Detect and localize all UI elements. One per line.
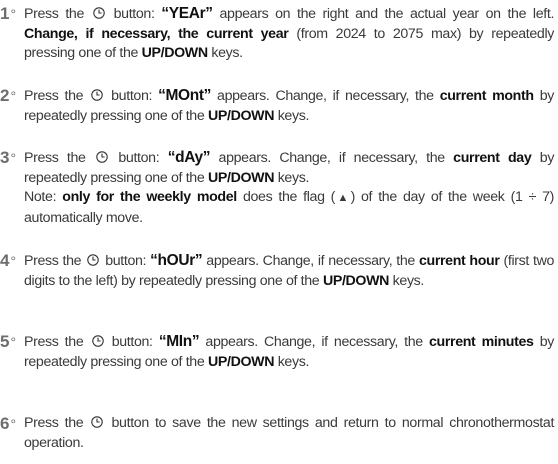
step-3: 3° Press the button: “dAy” appears. Chan… <box>0 148 554 228</box>
step-1: 1° Press the button: “YEAr” appears on t… <box>0 4 554 64</box>
step-4-text: 4° Press the button: “hOUr” appears. Cha… <box>0 251 555 289</box>
display-word: “dAy” <box>167 149 211 166</box>
step-3-text: 3° Press the button: “dAy” appears. Chan… <box>0 148 554 228</box>
instruction-list: 1° Press the button: “YEAr” appears on t… <box>0 0 558 464</box>
power-clock-icon <box>87 254 99 266</box>
step-1-text: 1° Press the button: “YEAr” appears on t… <box>0 4 555 61</box>
step-number: 4° <box>0 251 17 270</box>
display-word: “YEAr” <box>161 5 213 22</box>
display-word: “hOUr” <box>150 252 203 269</box>
power-clock-icon <box>91 89 103 101</box>
step-6-text: 6° Press the button to save the new sett… <box>0 414 555 451</box>
step-5: 5° Press the button: “MIn” appears. Chan… <box>0 332 554 372</box>
step-2-text: 2° Press the button: “MOnt” appears. Cha… <box>0 86 554 124</box>
step-number: 6° <box>0 414 17 433</box>
step-number: 5° <box>0 332 17 351</box>
display-word: “MIn” <box>158 333 200 350</box>
step-number: 3° <box>0 148 17 167</box>
power-clock-icon <box>91 416 104 428</box>
step-number: 1° <box>0 4 17 23</box>
step-6: 6° Press the button to save the new sett… <box>0 414 554 453</box>
step-number: 2° <box>0 86 17 105</box>
power-clock-icon <box>93 7 105 19</box>
display-word: “MOnt” <box>158 87 212 104</box>
note: Note: only for the weekly model does the… <box>24 189 555 226</box>
step-2: 2° Press the button: “MOnt” appears. Cha… <box>0 86 554 126</box>
power-clock-icon <box>91 335 104 347</box>
power-clock-icon <box>96 151 108 163</box>
step-4: 4° Press the button: “hOUr” appears. Cha… <box>0 251 554 291</box>
step-5-text: 5° Press the button: “MIn” appears. Chan… <box>0 332 555 370</box>
up-triangle-flag-icon: ▲ <box>335 192 351 204</box>
